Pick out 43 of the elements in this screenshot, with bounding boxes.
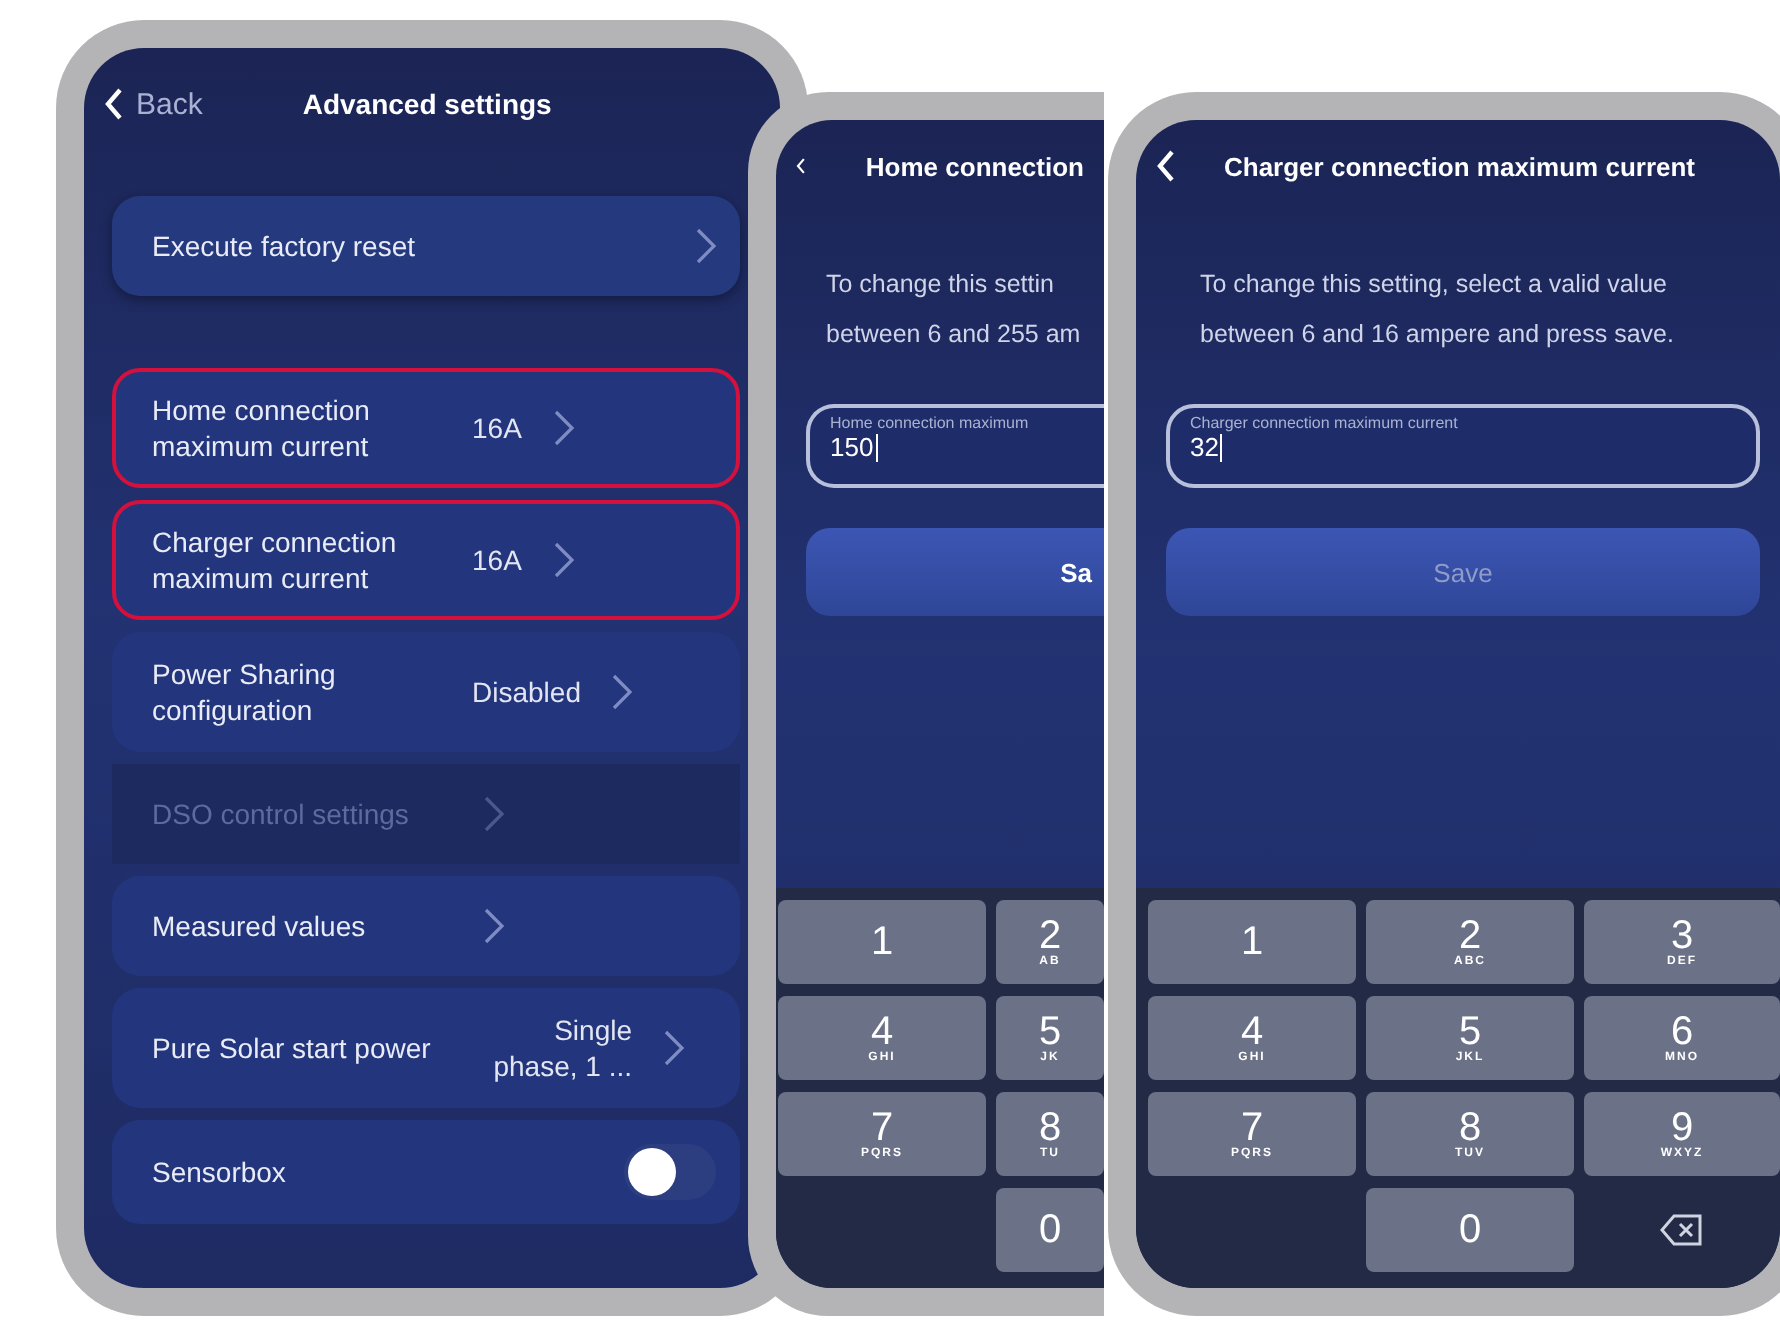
settings-row[interactable]: Sensorbox	[112, 1120, 740, 1224]
keypad-key[interactable]: 1	[778, 900, 986, 984]
back-button[interactable]: Back	[104, 87, 203, 121]
row-label: Charger connection maximum current	[152, 524, 399, 596]
chevron-icon	[553, 410, 574, 446]
chevron-icon	[553, 542, 574, 578]
chevron-icon	[664, 1030, 684, 1066]
screen-title: Advanced settings	[302, 88, 552, 120]
row-label: DSO control settings	[152, 796, 411, 832]
row-value: Single phase, 1 ...	[491, 1012, 632, 1084]
row-label: Power Sharing configuration	[152, 656, 338, 728]
chevron-icon	[484, 908, 504, 944]
settings-row[interactable]: Execute factory reset	[112, 196, 740, 296]
settings-row[interactable]: Pure Solar start power Single phase, 1 ...	[112, 988, 740, 1108]
toggle-switch[interactable]	[624, 1144, 716, 1200]
row-label: Measured values	[152, 908, 368, 944]
row-label: Pure Solar start power	[152, 1030, 433, 1066]
chevron-icon	[696, 228, 716, 264]
keypad-key[interactable]: 0	[1366, 1188, 1574, 1272]
settings-row[interactable]: Charger connection maximum current 16A	[112, 500, 740, 620]
back-icon[interactable]	[1156, 150, 1176, 182]
backspace-icon[interactable]	[1660, 1214, 1704, 1246]
row-value: 16A	[472, 410, 522, 446]
chevron-icon	[612, 674, 633, 710]
row-value: Disabled	[472, 674, 581, 710]
row-value: 16A	[472, 542, 522, 578]
current-input-field[interactable]: Charger connection maximum current 32	[1166, 404, 1760, 488]
screen-title: Home connection	[865, 151, 1084, 181]
current-input-field[interactable]: Home connection maximum 150	[806, 404, 1104, 488]
row-label: Execute factory reset	[152, 228, 418, 264]
instructions-text: To change this settin between 6 and 255 am	[824, 268, 1083, 352]
settings-row[interactable]: Home connection maximum current 16A	[112, 368, 740, 488]
row-label: Sensorbox	[152, 1154, 288, 1190]
settings-row[interactable]: Measured values	[112, 876, 740, 976]
screen-title: Charger connection maximum current	[1224, 151, 1695, 181]
settings-row[interactable]: Power Sharing configuration Disabled	[112, 632, 740, 752]
keypad-key[interactable]: 0	[996, 1188, 1104, 1272]
instructions-text: To change this setting, select a valid value between 6 and 16 ampere and press save.	[1198, 268, 1676, 352]
keypad-key[interactable]: 1	[1148, 900, 1356, 984]
save-button[interactable]: Sa	[806, 528, 1104, 616]
row-label: Home connection maximum current	[152, 392, 372, 464]
chevron-icon	[484, 796, 504, 832]
back-icon	[104, 88, 124, 120]
